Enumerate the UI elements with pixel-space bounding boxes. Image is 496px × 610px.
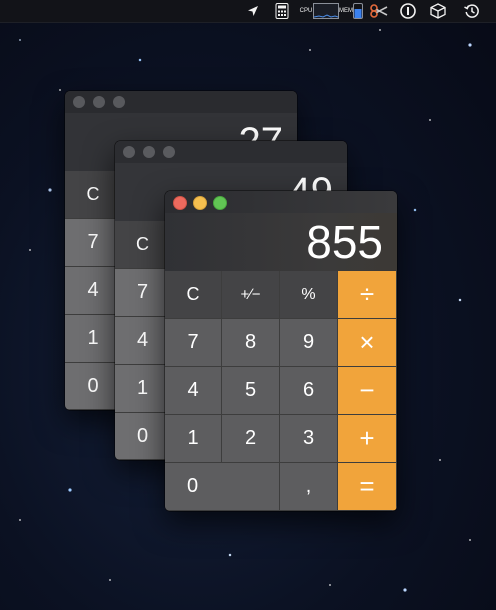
decimal-key[interactable]: , xyxy=(280,463,338,511)
digit-key[interactable]: 4 xyxy=(65,267,122,315)
equals-key[interactable]: = xyxy=(338,463,397,511)
calculator-window-front[interactable]: 855 C +∕− % ÷ 7 8 9 × 4 5 6 − 1 2 3 + 0 … xyxy=(165,191,397,511)
digit-6-key[interactable]: 6 xyxy=(280,367,338,415)
digit-key[interactable]: 0 xyxy=(65,363,122,410)
digit-9-key[interactable]: 9 xyxy=(280,319,338,367)
time-machine-icon[interactable] xyxy=(462,3,482,19)
sign-toggle-key[interactable]: +∕− xyxy=(222,271,280,319)
digit-5-key[interactable]: 5 xyxy=(222,367,280,415)
calculator-icon[interactable] xyxy=(273,3,291,19)
percent-key[interactable]: % xyxy=(280,271,338,319)
digit-key[interactable]: 1 xyxy=(115,365,171,413)
digit-3-key[interactable]: 3 xyxy=(280,415,338,463)
cpu-label: CPU xyxy=(299,8,313,14)
menu-bar: CPU MEM xyxy=(0,0,496,23)
minimize-button[interactable] xyxy=(93,96,105,108)
minus-key[interactable]: − xyxy=(338,367,397,415)
clear-key[interactable]: C xyxy=(165,271,222,319)
titlebar[interactable] xyxy=(65,91,297,113)
digit-2-key[interactable]: 2 xyxy=(222,415,280,463)
divide-key[interactable]: ÷ xyxy=(338,271,397,319)
digit-key[interactable]: 4 xyxy=(115,317,171,365)
digit-key[interactable]: 7 xyxy=(115,269,171,317)
close-button[interactable] xyxy=(73,96,85,108)
cpu-graph-icon[interactable] xyxy=(313,3,339,19)
digit-4-key[interactable]: 4 xyxy=(165,367,222,415)
titlebar[interactable] xyxy=(115,141,347,163)
scissors-icon[interactable] xyxy=(369,3,389,19)
multiply-key[interactable]: × xyxy=(338,319,397,367)
titlebar[interactable] xyxy=(165,191,397,213)
zoom-button[interactable] xyxy=(163,146,175,158)
zoom-button[interactable] xyxy=(213,196,227,210)
mem-label: MEM xyxy=(339,8,353,14)
clear-key[interactable]: C xyxy=(65,171,122,219)
memory-gauge-icon[interactable] xyxy=(352,3,364,19)
minimize-button[interactable] xyxy=(193,196,207,210)
close-button[interactable] xyxy=(173,196,187,210)
digit-1-key[interactable]: 1 xyxy=(165,415,222,463)
location-arrow-icon[interactable] xyxy=(245,3,261,19)
digit-key[interactable]: 0 xyxy=(115,413,171,460)
close-button[interactable] xyxy=(123,146,135,158)
digit-7-key[interactable]: 7 xyxy=(165,319,222,367)
password-manager-icon[interactable] xyxy=(399,3,417,19)
digit-0-key[interactable]: 0 xyxy=(165,463,280,511)
minimize-button[interactable] xyxy=(143,146,155,158)
display: 855 xyxy=(165,213,397,271)
clear-key[interactable]: C xyxy=(115,221,171,269)
digit-key[interactable]: 1 xyxy=(65,315,122,363)
zoom-button[interactable] xyxy=(113,96,125,108)
digit-8-key[interactable]: 8 xyxy=(222,319,280,367)
box-icon[interactable] xyxy=(428,3,448,19)
plus-key[interactable]: + xyxy=(338,415,397,463)
digit-key[interactable]: 7 xyxy=(65,219,122,267)
